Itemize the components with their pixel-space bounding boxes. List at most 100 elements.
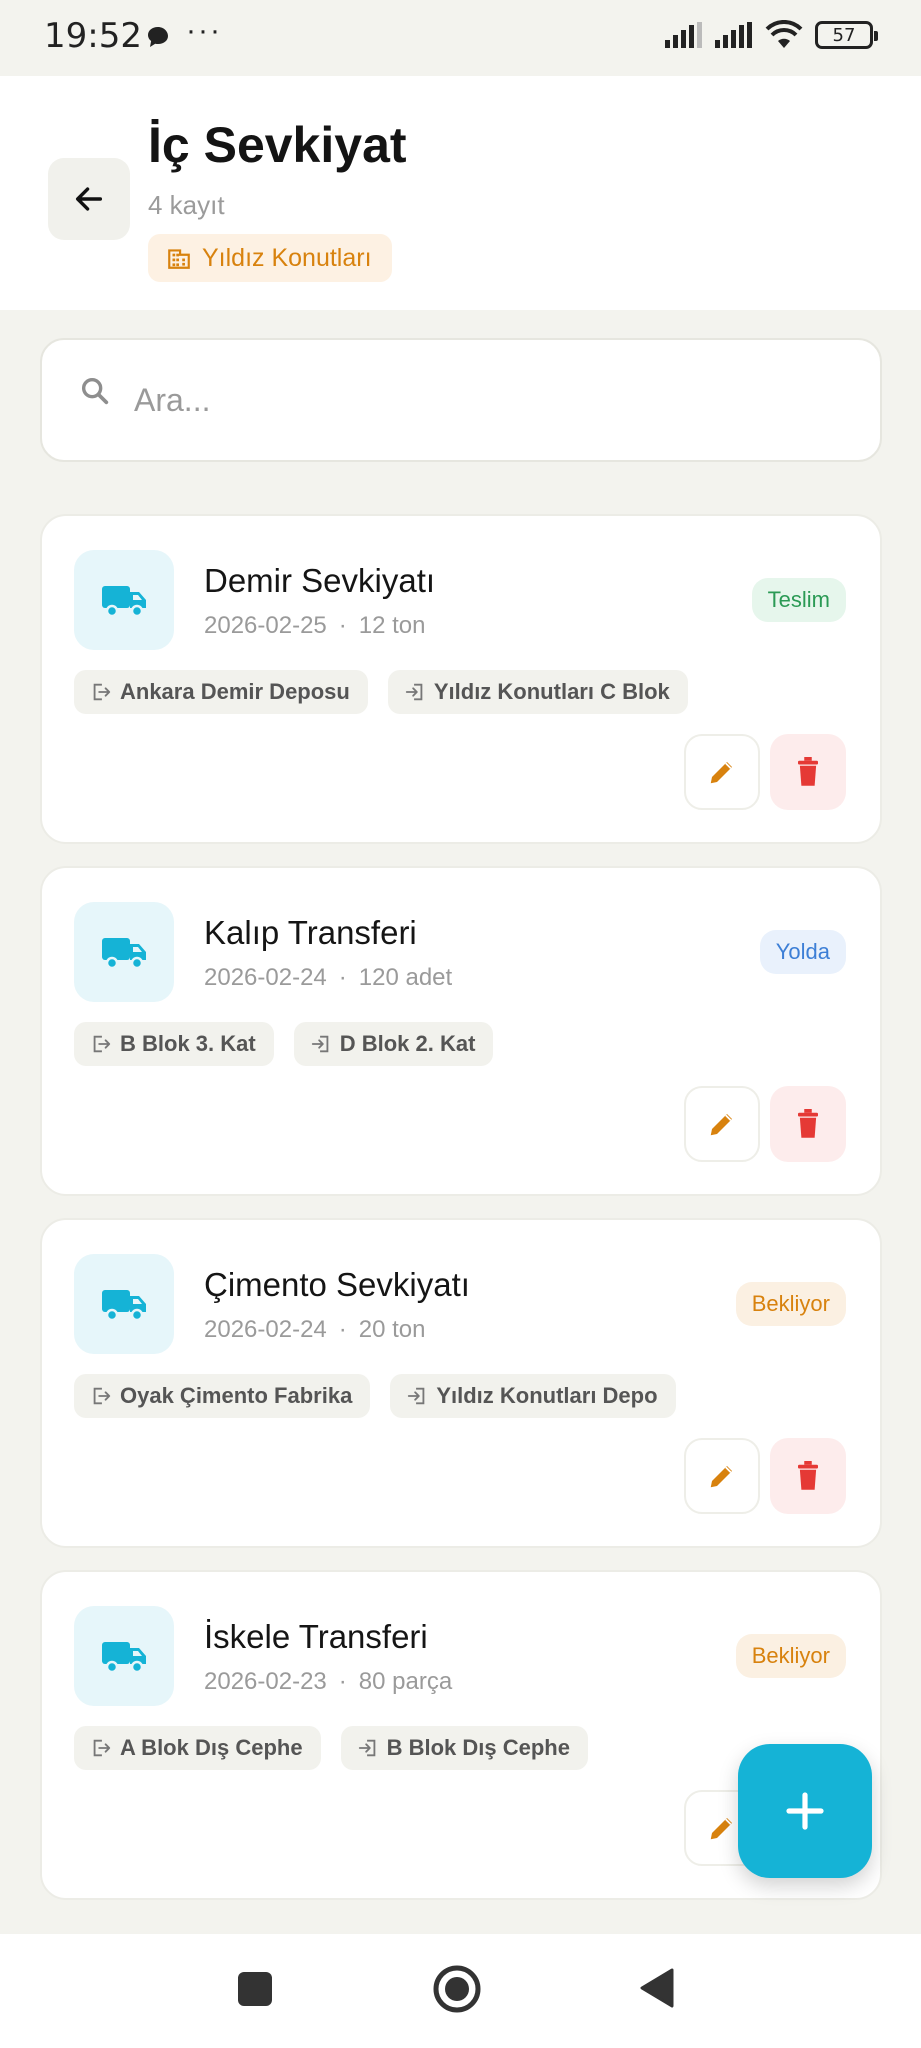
truck-icon-box: [74, 1254, 174, 1354]
truck-icon: [102, 938, 146, 970]
from-location-chip: Ankara Demir Deposu: [74, 670, 368, 714]
truck-icon: [102, 1290, 146, 1322]
truck-icon-box: [74, 902, 174, 1002]
meta-separator: ·: [338, 1668, 347, 1695]
status-indicators: 57: [665, 20, 878, 50]
pencil-icon: [710, 1818, 732, 1840]
location-row: Ankara Demir Deposu Yıldız Konutları C B…: [74, 670, 688, 714]
chat-bubble-icon: [148, 27, 168, 47]
truck-icon-box: [74, 550, 174, 650]
to-location: Yıldız Konutları C Blok: [433, 679, 670, 704]
page-title: İç Sevkiyat: [148, 117, 407, 173]
location-row: Oyak Çimento Fabrika Yıldız Konutları De…: [74, 1374, 676, 1418]
from-location: A Blok Dış Cephe: [120, 1735, 303, 1760]
shipment-date: 2026-02-23: [204, 1668, 327, 1695]
status-time: 19:52: [44, 16, 142, 56]
from-location: B Blok 3. Kat: [120, 1031, 256, 1056]
enter-icon: [408, 1387, 425, 1405]
to-location: D Blok 2. Kat: [339, 1031, 476, 1056]
shipment-meta: 2026-02-24 · 20 ton: [204, 1316, 426, 1344]
arrow-left-icon: [75, 187, 103, 211]
shipment-card[interactable]: Demir Sevkiyatı 2026-02-25 · 12 ton Tesl…: [40, 514, 882, 844]
truck-icon-box: [74, 1606, 174, 1706]
back-button[interactable]: [48, 158, 130, 240]
location-row: A Blok Dış Cephe B Blok Dış Cephe: [74, 1726, 588, 1770]
shipment-quantity: 80 parça: [358, 1668, 453, 1695]
project-chip[interactable]: Yıldız Konutları: [148, 234, 392, 282]
to-location-chip: Yıldız Konutları Depo: [390, 1374, 676, 1418]
enter-icon: [405, 683, 423, 701]
exit-icon: [93, 1387, 111, 1405]
delete-button[interactable]: [770, 734, 846, 810]
building-icon: [168, 249, 190, 269]
shipment-title: İskele Transferi: [204, 1618, 428, 1655]
trash-icon: [798, 757, 818, 786]
pencil-icon: [710, 762, 732, 784]
shipment-date: 2026-02-25: [204, 612, 327, 639]
edit-button[interactable]: [684, 734, 760, 810]
shipment-title: Kalıp Transferi: [204, 914, 417, 951]
from-location-chip: A Blok Dış Cephe: [74, 1726, 321, 1770]
shipment-card[interactable]: Kalıp Transferi 2026-02-24 · 120 adet Yo…: [40, 866, 882, 1196]
shipment-meta: 2026-02-25 · 12 ton: [204, 612, 426, 640]
to-location-chip: B Blok Dış Cephe: [340, 1726, 588, 1770]
trash-icon: [798, 1109, 818, 1138]
wifi-icon: [765, 20, 803, 48]
meta-separator: ·: [338, 612, 347, 639]
search-icon: [81, 377, 109, 405]
location-row: B Blok 3. Kat D Blok 2. Kat: [74, 1022, 494, 1066]
delete-button[interactable]: [770, 1086, 846, 1162]
shipment-card[interactable]: Çimento Sevkiyatı 2026-02-24 · 20 ton Be…: [40, 1218, 882, 1548]
exit-icon: [93, 1739, 111, 1757]
recents-button[interactable]: [238, 1972, 272, 2006]
enter-icon: [358, 1739, 375, 1757]
system-nav-bar: [0, 1934, 921, 2048]
pencil-icon: [710, 1466, 732, 1488]
status-badge: Bekliyor: [735, 1282, 846, 1326]
signal-icon: [665, 22, 702, 48]
edit-button[interactable]: [684, 1438, 760, 1514]
signal-icon-2: [715, 22, 752, 48]
project-chip-label: Yıldız Konutları: [202, 243, 372, 272]
truck-icon: [102, 1642, 146, 1674]
status-badge: Bekliyor: [735, 1634, 846, 1678]
truck-icon: [102, 586, 146, 618]
plus-icon: [786, 1792, 824, 1830]
from-location-chip: B Blok 3. Kat: [74, 1022, 274, 1066]
status-badge: Teslim: [751, 578, 846, 622]
delete-button[interactable]: [770, 1438, 846, 1514]
from-location-chip: Oyak Çimento Fabrika: [74, 1374, 371, 1418]
search-box: [40, 338, 882, 462]
battery-indicator: 57: [815, 21, 878, 49]
shipment-date: 2026-02-24: [204, 964, 327, 991]
shipment-quantity: 20 ton: [358, 1316, 426, 1343]
edit-button[interactable]: [684, 1086, 760, 1162]
shipment-meta: 2026-02-23 · 80 parça: [204, 1668, 452, 1696]
shipment-title: Çimento Sevkiyatı: [204, 1266, 470, 1303]
pencil-icon: [710, 1114, 732, 1136]
meta-separator: ·: [338, 1316, 347, 1343]
search-input[interactable]: [134, 370, 834, 430]
shipment-meta: 2026-02-24 · 120 adet: [204, 964, 452, 992]
enter-icon: [311, 1035, 329, 1053]
trash-icon: [798, 1461, 818, 1490]
from-location: Oyak Çimento Fabrika: [120, 1383, 353, 1408]
shipment-date: 2026-02-24: [204, 1316, 327, 1343]
to-location-chip: Yıldız Konutları C Blok: [387, 670, 688, 714]
from-location: Ankara Demir Deposu: [120, 679, 350, 704]
add-shipment-button[interactable]: [738, 1744, 872, 1878]
to-location: Yıldız Konutları Depo: [436, 1383, 658, 1408]
to-location-chip: D Blok 2. Kat: [293, 1022, 494, 1066]
shipment-quantity: 12 ton: [358, 612, 426, 639]
exit-icon: [93, 683, 111, 701]
status-badge: Yolda: [759, 930, 846, 974]
exit-icon: [93, 1035, 111, 1053]
page-header: İç Sevkiyat 4 kayıt Yıldız Konutları: [0, 76, 921, 310]
home-button[interactable]: [432, 1964, 482, 2014]
meta-separator: ·: [338, 964, 347, 991]
system-back-button[interactable]: [640, 1968, 674, 2008]
to-location: B Blok Dış Cephe: [386, 1735, 570, 1760]
status-bar: 19:52 ··· 57: [0, 0, 921, 76]
shipment-title: Demir Sevkiyatı: [204, 562, 436, 599]
record-count: 4 kayıt: [148, 190, 225, 220]
